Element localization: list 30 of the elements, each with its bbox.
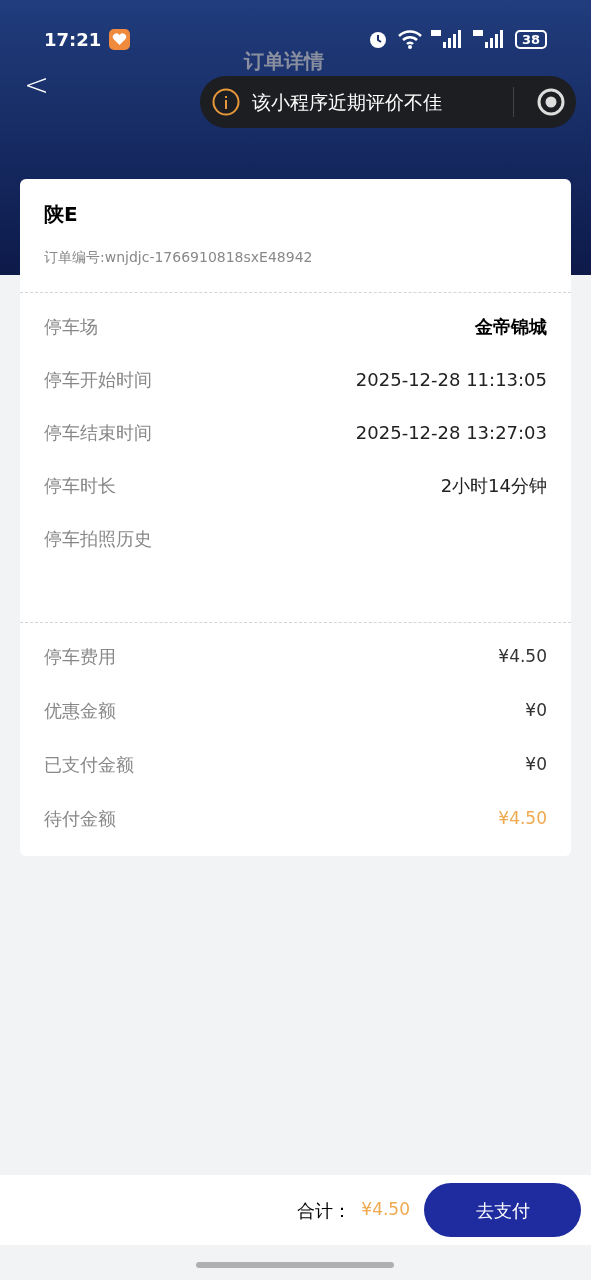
order-number: 订单编号:wnjdjc-1766910818sxE48942 [44, 248, 314, 267]
license-plate: 陕E [44, 201, 79, 228]
fee-label: 停车费用 [44, 645, 116, 669]
total-label: 合计： [297, 1198, 352, 1223]
record-icon [536, 87, 566, 117]
detail-value: 2小时14分钟 [440, 474, 547, 498]
detail-label: 停车时长 [44, 474, 116, 498]
fee-label: 优惠金额 [44, 699, 116, 723]
detail-value: 2025-12-28 13:27:03 [355, 421, 547, 445]
detail-label: 停车结束时间 [44, 421, 152, 445]
wifi-icon [396, 29, 423, 49]
toast-message: 该小程序近期评价不佳 [252, 89, 442, 115]
battery-indicator: 38 [514, 29, 547, 49]
detail-value: 2025-12-28 11:13:05 [355, 368, 547, 392]
fee-label: 待付金额 [44, 807, 116, 831]
back-button[interactable]: < [24, 61, 50, 107]
page-title: 订单详情 [244, 48, 324, 75]
fee-value: ¥0 [525, 752, 547, 776]
detail-value: 金帝锦城 [475, 315, 547, 339]
total-amount: ¥4.50 [361, 1198, 410, 1222]
fee-value: ¥4.50 [498, 644, 547, 668]
status-time: 17:21 [44, 27, 102, 52]
detail-label: 停车场 [44, 315, 98, 339]
pay-button[interactable]: 去支付 [424, 1183, 581, 1237]
fee-value: ¥0 [525, 698, 547, 722]
info-icon [212, 88, 240, 116]
detail-label: 停车开始时间 [44, 368, 152, 392]
fee-label: 已支付金额 [44, 753, 134, 777]
fee-value: ¥4.50 [498, 806, 547, 830]
detail-label: 停车拍照历史 [44, 527, 152, 551]
